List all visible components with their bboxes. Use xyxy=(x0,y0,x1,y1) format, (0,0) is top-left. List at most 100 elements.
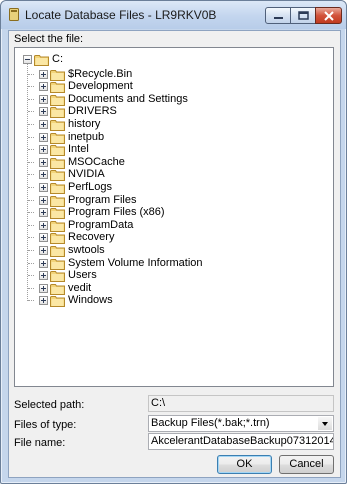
expand-icon[interactable] xyxy=(39,258,48,268)
tree-branch-line xyxy=(28,250,34,251)
app-icon xyxy=(9,8,19,21)
tree-branch-line xyxy=(28,300,34,302)
selected-path-label: Selected path: xyxy=(14,399,85,411)
expand-icon[interactable] xyxy=(39,120,48,129)
folder-icon xyxy=(50,195,65,207)
tree-branch-line xyxy=(28,111,34,113)
folder-icon xyxy=(50,82,65,94)
expand-icon[interactable] xyxy=(39,107,48,117)
tree-item-label: System Volume Information xyxy=(68,256,203,269)
minimize-icon xyxy=(274,17,283,19)
expand-icon[interactable] xyxy=(39,82,48,92)
tree-branch-line xyxy=(28,212,34,214)
expand-icon[interactable] xyxy=(39,220,48,230)
collapse-icon[interactable] xyxy=(23,55,32,64)
tree-item-label: inetpub xyxy=(68,130,105,143)
folder-icon xyxy=(50,258,65,270)
folder-icon xyxy=(50,208,65,220)
tree-item-label: history xyxy=(68,118,101,130)
tree-branch-line xyxy=(28,86,34,88)
folder-icon xyxy=(50,271,65,283)
folder-icon xyxy=(50,296,65,308)
folder-icon xyxy=(50,157,65,169)
tree-branch-line xyxy=(28,174,34,176)
tree-branch-line xyxy=(28,224,34,226)
expand-icon[interactable] xyxy=(39,271,48,281)
files-of-type-select[interactable]: Backup Files(*.bak;*.trn) xyxy=(148,415,334,432)
folder-icon xyxy=(50,233,65,245)
tree-item-label: Recovery xyxy=(68,231,115,244)
expand-icon[interactable] xyxy=(39,132,48,142)
expand-icon[interactable] xyxy=(39,283,48,293)
tree-branch-line xyxy=(28,187,34,188)
tree-item-label: Intel xyxy=(68,143,89,156)
expand-icon[interactable] xyxy=(39,170,48,180)
tree-item-label: $Recycle.Bin xyxy=(68,67,133,80)
maximize-button[interactable] xyxy=(290,7,316,24)
tree-branch-line xyxy=(28,161,34,163)
folder-icon xyxy=(50,283,65,295)
dialog-body: Select the file: C: $Recycle.Bin Developme… xyxy=(8,30,341,478)
folder-icon xyxy=(50,183,65,194)
tree-item-label: swtools xyxy=(68,244,105,256)
chevron-down-icon[interactable] xyxy=(318,417,332,430)
close-button[interactable] xyxy=(315,7,342,24)
tree-item-label: Windows xyxy=(68,294,113,307)
tree-branch-line xyxy=(28,287,34,289)
cancel-button[interactable]: Cancel xyxy=(279,455,334,474)
folder-icon xyxy=(50,120,65,131)
tree-branch-line xyxy=(28,124,34,125)
tree-branch-line xyxy=(28,149,34,151)
folder-icon xyxy=(50,132,65,144)
expand-icon[interactable] xyxy=(39,195,48,205)
minimize-button[interactable] xyxy=(265,7,291,24)
select-file-label: Select the file: xyxy=(14,33,84,45)
tree-item-label: Documents and Settings xyxy=(68,92,188,105)
tree-item-label: Users xyxy=(68,269,97,282)
tree-item-label: Program Files xyxy=(68,193,137,206)
file-name-input[interactable]: AkcelerantDatabaseBackup07312014.bak xyxy=(148,433,334,450)
expand-icon[interactable] xyxy=(39,246,48,255)
folder-icon xyxy=(50,69,65,81)
folder-tree[interactable]: C: $Recycle.Bin Development Documents and S… xyxy=(14,47,334,387)
window-title: Locate Database Files - LR9RKV0B xyxy=(25,8,217,22)
expand-icon[interactable] xyxy=(39,208,48,218)
tree-item-label: PerfLogs xyxy=(68,181,113,193)
tree-item-label: NVIDIA xyxy=(68,168,105,181)
expand-icon[interactable] xyxy=(39,233,48,243)
tree-branch-line xyxy=(28,199,34,201)
expand-icon[interactable] xyxy=(39,157,48,167)
tree-branch-line xyxy=(28,237,34,239)
tree-item-label: MSOCache xyxy=(68,155,125,168)
folder-icon xyxy=(50,220,65,232)
tree-branch-line xyxy=(28,98,34,100)
expand-icon[interactable] xyxy=(39,69,48,79)
maximize-icon xyxy=(298,11,309,20)
tree-branch-line xyxy=(28,262,34,264)
tree-branch-line xyxy=(28,275,34,277)
tree-item-label: Development xyxy=(68,80,133,93)
tree-branch-line xyxy=(28,136,34,138)
tree-item-label: DRIVERS xyxy=(68,105,117,118)
ok-button[interactable]: OK xyxy=(217,455,272,474)
folder-icon xyxy=(50,145,65,157)
folder-icon xyxy=(50,246,65,257)
expand-icon[interactable] xyxy=(39,183,48,192)
tree-branch-line xyxy=(28,73,34,75)
tree-item-label: vedit xyxy=(68,281,92,294)
expand-icon[interactable] xyxy=(39,145,48,155)
selected-path-field: C:\ xyxy=(148,395,334,412)
expand-icon[interactable] xyxy=(39,296,48,306)
dialog-window: Locate Database Files - LR9RKV0B Select … xyxy=(0,0,347,484)
file-name-label: File name: xyxy=(14,437,66,449)
title-bar[interactable]: Locate Database Files - LR9RKV0B xyxy=(1,1,346,29)
folder-icon xyxy=(50,107,65,119)
folder-icon xyxy=(50,94,65,106)
expand-icon[interactable] xyxy=(39,94,48,104)
tree-item-label: ProgramData xyxy=(68,218,134,231)
tree-item-label: C: xyxy=(52,53,63,65)
files-of-type-label: Files of type: xyxy=(14,419,77,431)
folder-icon xyxy=(50,170,65,182)
close-icon xyxy=(324,11,334,21)
files-of-type-value: Backup Files(*.bak;*.trn) xyxy=(151,417,270,429)
